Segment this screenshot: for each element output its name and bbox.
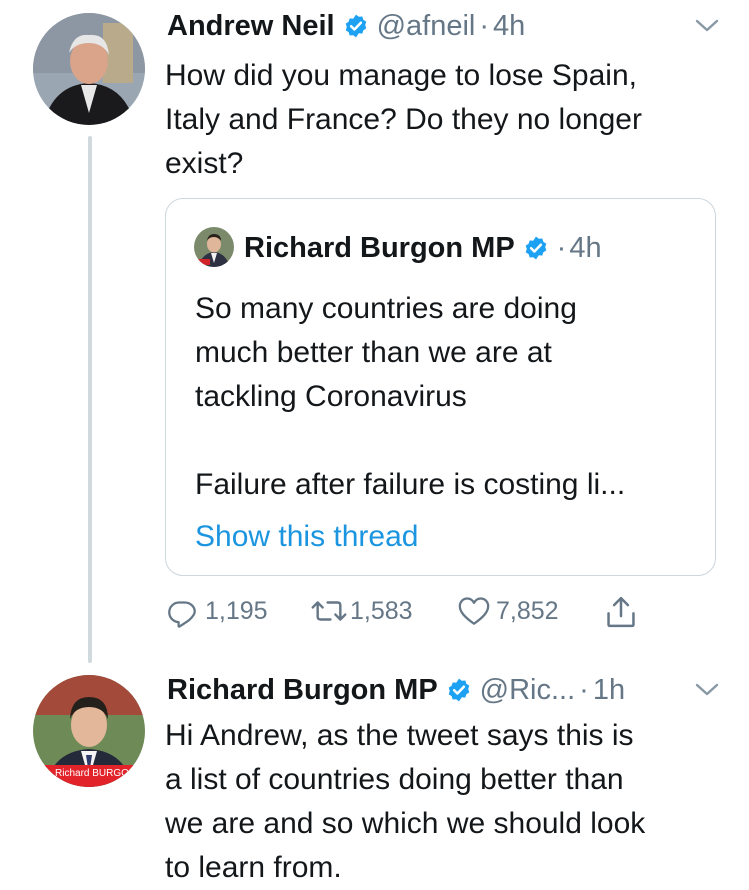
quoted-text: So many countries are doing much better … [195, 287, 625, 507]
avatar-richard-burgon[interactable]: Richard BURGON [33, 675, 145, 787]
tweet2-handle[interactable]: @Ric... [480, 674, 576, 707]
heart-icon [456, 594, 492, 628]
tweet2-chevron-down-icon[interactable] [694, 682, 720, 703]
quoted-tweet-card[interactable]: Richard Burgon MP · 4h So many countries… [165, 198, 716, 576]
quoted-avatar-richard-burgon [194, 227, 234, 267]
quoted-text-line: So many countries are doing [195, 292, 577, 325]
retweet-icon [310, 594, 348, 628]
tweet1-time[interactable]: 4h [493, 10, 525, 43]
tweet2-text-line: we are and so which we should look [165, 807, 646, 840]
reply-button[interactable]: 1,195 [165, 594, 268, 628]
thread-connector-line [88, 136, 92, 663]
quoted-header: Richard Burgon MP · 4h [244, 228, 602, 268]
tweet2-author-name[interactable]: Richard Burgon MP [167, 674, 438, 707]
tweet2-text-line: a list of countries doing better than [165, 763, 624, 796]
tweet1-text-line: Italy and France? Do they no longer [165, 103, 642, 136]
avatar-andrew-neil[interactable] [33, 13, 145, 125]
quoted-separator: · [556, 231, 567, 264]
tweet1-chevron-down-icon[interactable] [694, 18, 720, 39]
retweet-count: 1,583 [350, 596, 413, 625]
quoted-text-line: Failure after failure is costing li... [195, 468, 626, 501]
tweet1-text-line: exist? [165, 147, 244, 180]
tweet2-text: Hi Andrew, as the tweet says this is a l… [165, 714, 645, 890]
tweet1-author-name[interactable]: Andrew Neil [167, 10, 335, 43]
avatar-banner-text: Richard BURGON [55, 768, 137, 779]
quoted-text-line: tackling Coronavirus [195, 380, 467, 413]
tweet1-text: How did you manage to lose Spain, Italy … [165, 54, 642, 186]
verified-badge-icon [446, 677, 472, 703]
show-this-thread-link[interactable]: Show this thread [195, 515, 418, 559]
tweet1-separator: · [479, 9, 490, 42]
tweet2-text-line: Hi Andrew, as the tweet says this is [165, 719, 634, 752]
verified-badge-icon [523, 235, 549, 261]
tweet1-header: Andrew Neil @afneil · 4h [167, 6, 525, 46]
like-count: 7,852 [496, 596, 559, 625]
like-button[interactable]: 7,852 [456, 594, 559, 628]
quoted-text-line: much better than we are at [195, 336, 552, 369]
share-button[interactable] [604, 594, 638, 630]
tweet2-header: Richard Burgon MP @Ric... · 1h [167, 670, 625, 710]
quoted-time: 4h [569, 231, 602, 264]
tweet2-time[interactable]: 1h [593, 674, 625, 707]
verified-badge-icon [343, 13, 369, 39]
reply-icon [165, 594, 199, 628]
share-icon [604, 594, 638, 630]
reply-count: 1,195 [205, 596, 268, 625]
tweet2-text-line: to learn from. [165, 851, 342, 884]
tweet1-text-line: How did you manage to lose Spain, [165, 59, 637, 92]
quoted-author-name: Richard Burgon MP [244, 231, 515, 264]
tweet2-separator: · [579, 673, 589, 706]
retweet-button[interactable]: 1,583 [310, 594, 413, 628]
tweet1-handle[interactable]: @afneil [377, 10, 476, 43]
